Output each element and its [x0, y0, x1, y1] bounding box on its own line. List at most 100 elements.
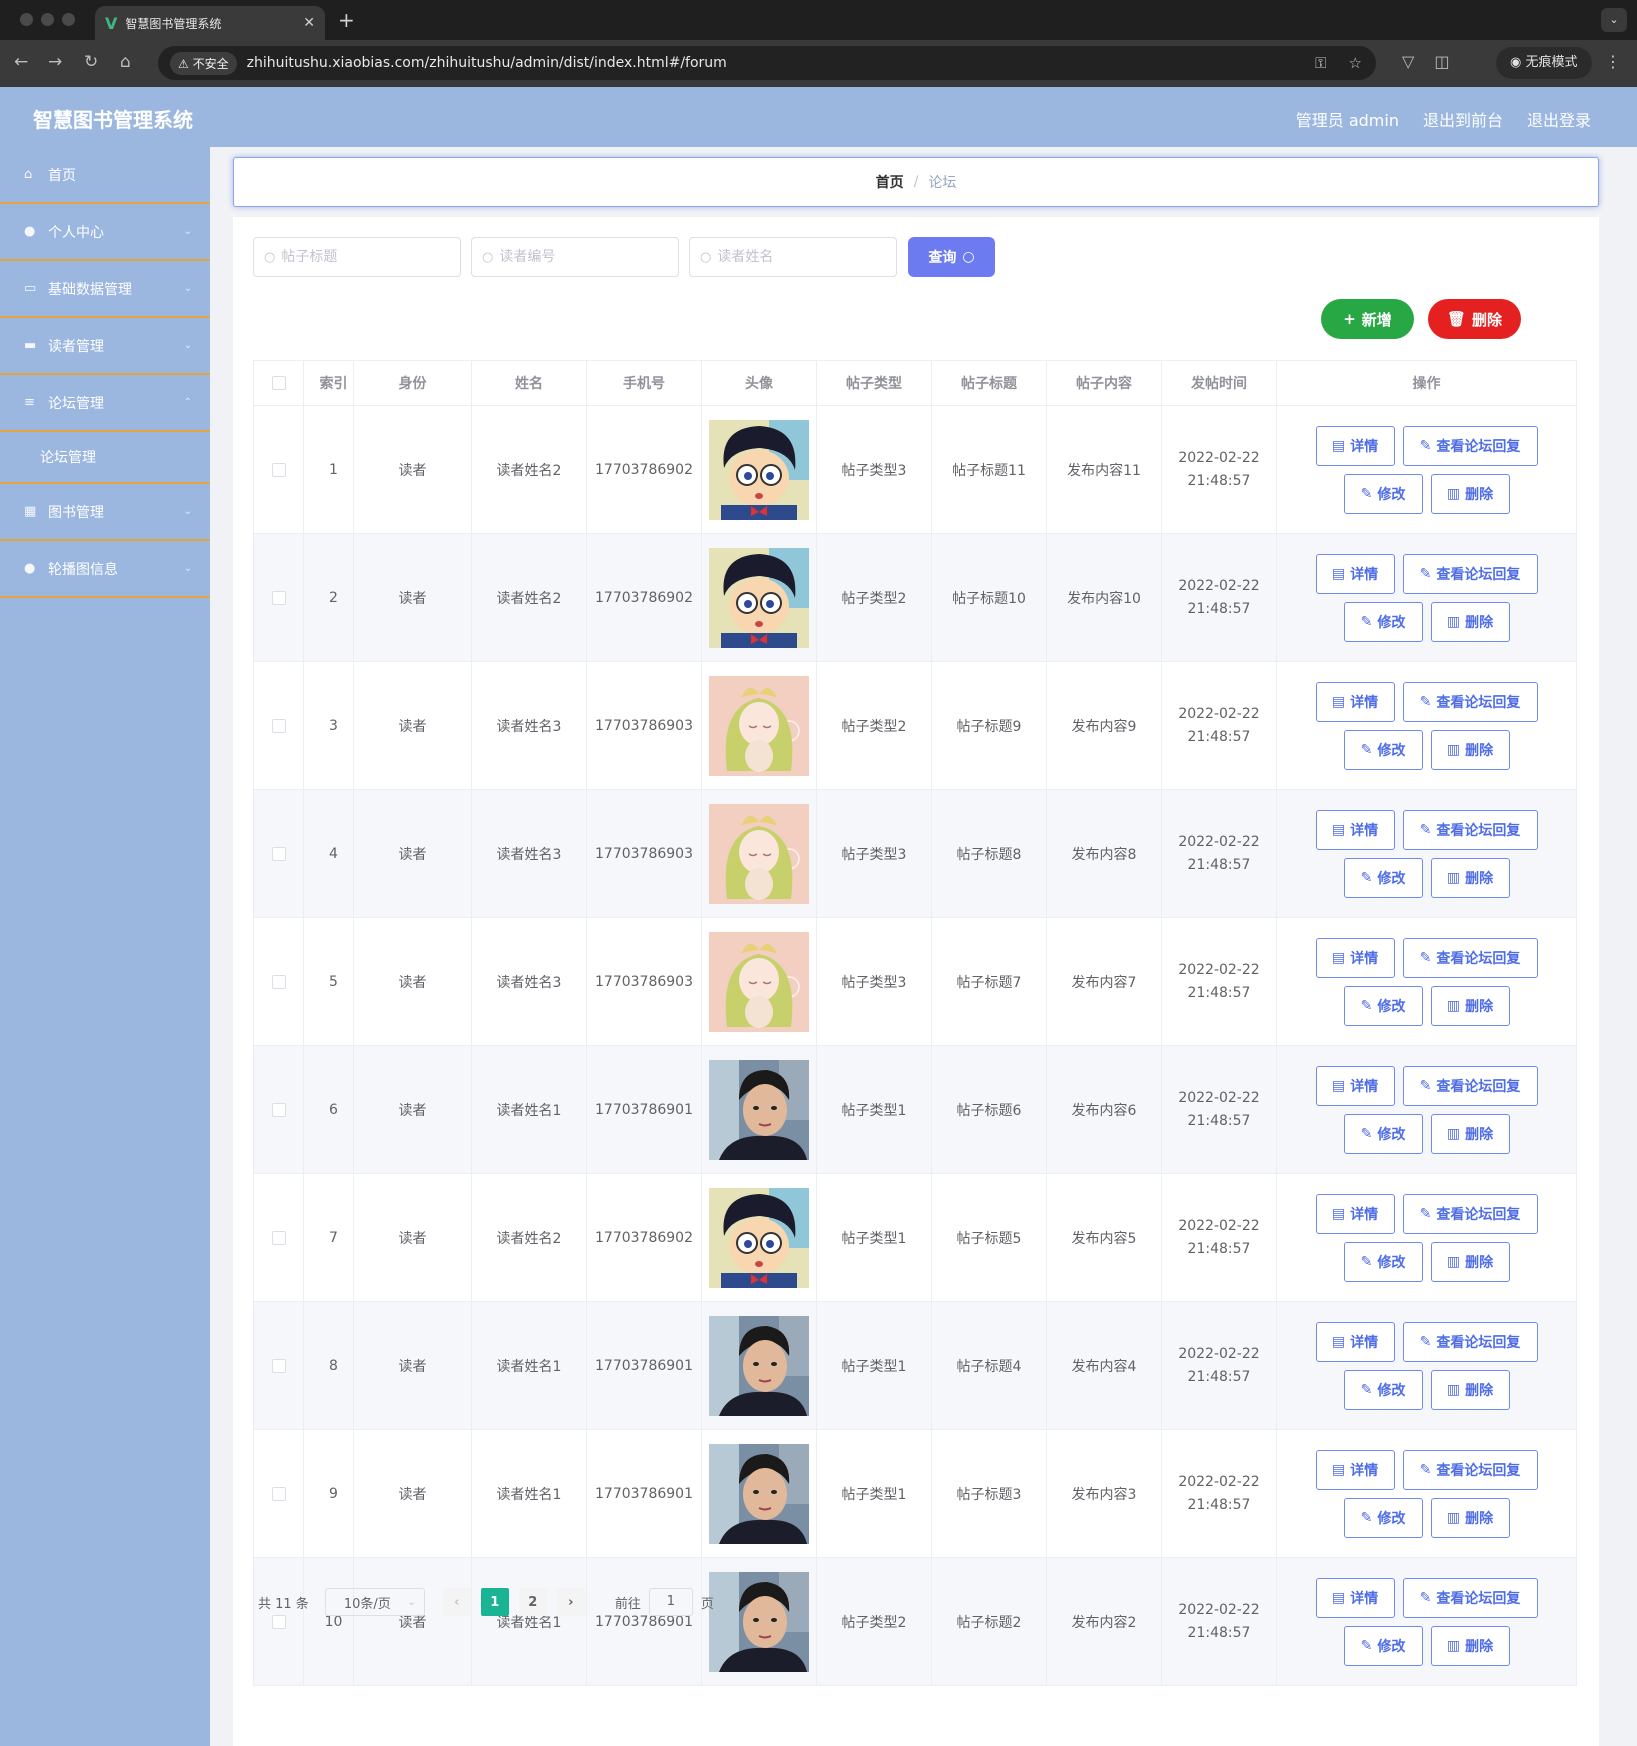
sidebar-item-profile[interactable]: ● 个人中心 ⌄ [0, 204, 210, 261]
table-row[interactable]: 9 读者 读者姓名1 17703786901 帖子类型1 帖子标题3 发布内容3 2022-0… [253, 1429, 1577, 1558]
col-header-index[interactable]: 索引 [303, 360, 354, 406]
page-button-1[interactable]: 1 [480, 1588, 509, 1616]
new-tab-icon[interactable]: + [338, 8, 355, 32]
view-replies-button[interactable]: ✎ 查看论坛回复 [1402, 1449, 1538, 1490]
row-checkbox[interactable] [271, 718, 286, 733]
view-replies-button[interactable]: ✎ 查看论坛回复 [1402, 553, 1538, 594]
insecure-badge[interactable]: ⚠ 不安全 [170, 51, 237, 75]
col-header-name[interactable]: 姓名 [471, 360, 587, 406]
col-header-type[interactable]: 帖子类型 [816, 360, 932, 406]
view-replies-button[interactable]: ✎ 查看论坛回复 [1402, 1193, 1538, 1234]
table-row[interactable]: 7 读者 读者姓名2 17703786902 帖子类型1 帖子标题5 发布内容5 2022-0… [253, 1173, 1577, 1302]
table-row[interactable]: 4 读者 读者姓名3 17703786903 帖子类型3 帖子标题8 发布内容8 2022-0… [253, 789, 1577, 918]
incognito-badge[interactable]: ◉ 无痕模式 [1496, 47, 1592, 79]
row-delete-button[interactable]: ▥ 删除 [1430, 857, 1510, 898]
detail-button[interactable]: ▤ 详情 [1315, 809, 1395, 850]
home-browser-icon[interactable]: ⌂ [120, 52, 131, 72]
sidebar-item-base-data[interactable]: ▭ 基础数据管理 ⌄ [0, 261, 210, 318]
detail-button[interactable]: ▤ 详情 [1315, 681, 1395, 722]
edit-button[interactable]: ✎ 修改 [1343, 729, 1423, 770]
row-delete-button[interactable]: ▥ 删除 [1430, 1241, 1510, 1282]
edit-button[interactable]: ✎ 修改 [1343, 985, 1423, 1026]
edit-button[interactable]: ✎ 修改 [1343, 1113, 1423, 1154]
row-checkbox[interactable] [271, 1102, 286, 1117]
row-delete-button[interactable]: ▥ 删除 [1430, 985, 1510, 1026]
view-replies-button[interactable]: ✎ 查看论坛回复 [1402, 425, 1538, 466]
password-key-icon[interactable]: ⚿ [1315, 54, 1326, 72]
batch-delete-button[interactable]: 🗑 删除 [1428, 299, 1521, 339]
select-all-checkbox[interactable] [271, 376, 286, 390]
view-replies-button[interactable]: ✎ 查看论坛回复 [1402, 1321, 1538, 1362]
table-row[interactable]: 2 读者 读者姓名2 17703786902 帖子类型2 帖子标题10 发布内容10 2022… [253, 533, 1577, 662]
back-to-front-link[interactable]: 退出到前台 [1423, 107, 1503, 131]
sidebar-subitem-forum[interactable]: 论坛管理 [0, 432, 210, 484]
view-replies-button[interactable]: ✎ 查看论坛回复 [1402, 809, 1538, 850]
breadcrumb-home[interactable]: 首页 [876, 172, 904, 192]
row-checkbox[interactable] [271, 974, 286, 989]
edit-button[interactable]: ✎ 修改 [1343, 1369, 1423, 1410]
edit-button[interactable]: ✎ 修改 [1343, 857, 1423, 898]
detail-button[interactable]: ▤ 详情 [1315, 1193, 1395, 1234]
row-checkbox[interactable] [271, 462, 286, 477]
add-button[interactable]: + 新增 [1321, 299, 1414, 339]
extensions-icon[interactable]: ◫ [1434, 52, 1449, 71]
window-controls[interactable] [20, 13, 75, 26]
detail-button[interactable]: ▤ 详情 [1315, 1577, 1395, 1618]
col-header-avatar[interactable]: 头像 [701, 360, 817, 406]
view-replies-button[interactable]: ✎ 查看论坛回复 [1402, 1577, 1538, 1618]
tab-search-icon[interactable]: ⌄ [1601, 8, 1627, 32]
col-header-content[interactable]: 帖子内容 [1046, 360, 1162, 406]
reader-no-search-box[interactable]: ○ [471, 237, 679, 277]
row-delete-button[interactable]: ▥ 删除 [1430, 473, 1510, 514]
reader-name-search-box[interactable]: ○ [689, 237, 897, 277]
row-delete-button[interactable]: ▥ 删除 [1430, 729, 1510, 770]
edit-button[interactable]: ✎ 修改 [1343, 473, 1423, 514]
reader-no-search-input[interactable] [499, 249, 670, 265]
prev-page-button[interactable]: ‹ [442, 1588, 471, 1616]
query-button[interactable]: 查询 ○ [908, 237, 995, 277]
col-header-phone[interactable]: 手机号 [586, 360, 702, 406]
row-delete-button[interactable]: ▥ 删除 [1430, 1113, 1510, 1154]
url-field[interactable]: ⚠ 不安全 zhihuitushu.xiaobias.com/zhihuitus… [158, 46, 1376, 80]
bookmark-star-icon[interactable]: ☆ [1349, 54, 1362, 72]
sidebar-item-carousel[interactable]: ● 轮播图信息 ⌄ [0, 541, 210, 598]
view-replies-button[interactable]: ✎ 查看论坛回复 [1402, 937, 1538, 978]
sidebar-item-books[interactable]: ▦ 图书管理 ⌄ [0, 484, 210, 541]
extension-vue-icon[interactable]: ▽ [1402, 52, 1414, 71]
table-row[interactable]: 8 读者 读者姓名1 17703786901 帖子类型1 帖子标题4 发布内容4 2022-0… [253, 1301, 1577, 1430]
reader-name-search-input[interactable] [717, 249, 888, 265]
browser-tab[interactable]: V 智慧图书管理系统 ✕ [95, 6, 325, 40]
row-delete-button[interactable]: ▥ 删除 [1430, 1369, 1510, 1410]
row-checkbox[interactable] [271, 590, 286, 605]
row-delete-button[interactable]: ▥ 删除 [1430, 1497, 1510, 1538]
detail-button[interactable]: ▤ 详情 [1315, 1065, 1395, 1106]
detail-button[interactable]: ▤ 详情 [1315, 1449, 1395, 1490]
table-row[interactable]: 5 读者 读者姓名3 17703786903 帖子类型3 帖子标题7 发布内容7 2022-0… [253, 917, 1577, 1046]
row-checkbox[interactable] [271, 1486, 286, 1501]
reload-icon[interactable]: ↻ [84, 52, 98, 72]
table-row[interactable]: 10 读者 读者姓名1 17703786901 帖子类型2 帖子标题2 发布内容2 2022-… [253, 1557, 1577, 1686]
edit-button[interactable]: ✎ 修改 [1343, 601, 1423, 642]
row-checkbox[interactable] [271, 1230, 286, 1245]
table-row[interactable]: 1 读者 读者姓名2 17703786902 帖子类型3 帖子标题11 发布内容11 2022… [253, 405, 1577, 534]
logout-link[interactable]: 退出登录 [1527, 107, 1591, 131]
view-replies-button[interactable]: ✎ 查看论坛回复 [1402, 681, 1538, 722]
table-row[interactable]: 3 读者 读者姓名3 17703786903 帖子类型2 帖子标题9 发布内容9 2022-0… [253, 661, 1577, 790]
row-checkbox[interactable] [271, 846, 286, 861]
col-header-role[interactable]: 身份 [353, 360, 472, 406]
title-search-input[interactable] [281, 249, 452, 265]
browser-menu-icon[interactable]: ⋮ [1605, 52, 1621, 71]
view-replies-button[interactable]: ✎ 查看论坛回复 [1402, 1065, 1538, 1106]
goto-page-input[interactable]: 1 [648, 1588, 693, 1616]
row-delete-button[interactable]: ▥ 删除 [1430, 1625, 1510, 1666]
sidebar-item-readers[interactable]: ▬ 读者管理 ⌄ [0, 318, 210, 375]
forward-icon[interactable]: → [48, 52, 62, 72]
page-size-select[interactable]: 10条/页 ⌄ [324, 1588, 425, 1616]
page-button-2[interactable]: 2 [518, 1588, 547, 1616]
sidebar-item-home[interactable]: ⌂ 首页 [0, 147, 210, 204]
next-page-button[interactable]: › [556, 1588, 585, 1616]
col-header-time[interactable]: 发帖时间 [1161, 360, 1277, 406]
edit-button[interactable]: ✎ 修改 [1343, 1497, 1423, 1538]
col-header-title[interactable]: 帖子标题 [931, 360, 1047, 406]
edit-button[interactable]: ✎ 修改 [1343, 1625, 1423, 1666]
